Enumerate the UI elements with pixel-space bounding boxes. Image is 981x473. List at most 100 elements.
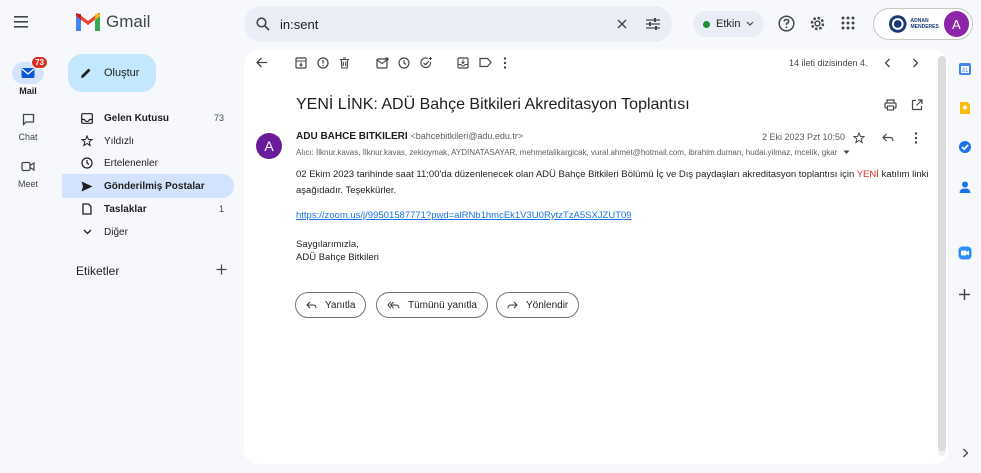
- report-icon: [317, 57, 329, 69]
- nav-item-snoozed[interactable]: Ertelenenler: [62, 151, 234, 175]
- sender-email: <bahcebitkileri@adu.edu.tr>: [410, 131, 524, 141]
- apps-button[interactable]: [841, 16, 855, 30]
- sender-name[interactable]: ADU BAHCE BITKILERI: [296, 131, 408, 142]
- report-spam-button[interactable]: [317, 57, 329, 69]
- nav-item-sent[interactable]: Gönderilmiş Postalar: [62, 174, 234, 198]
- email-date: 2 Eki 2023 Pzt 10:50: [762, 132, 846, 142]
- reply-button[interactable]: Yanıtla: [295, 292, 367, 318]
- nav-item-drafts[interactable]: Taslaklar 1: [62, 197, 234, 221]
- show-details-button[interactable]: [843, 150, 850, 155]
- main-menu-button[interactable]: [14, 14, 32, 30]
- profile-avatar[interactable]: A: [943, 11, 969, 37]
- rail-chat[interactable]: Chat: [0, 108, 56, 142]
- email-body: 02 Ekim 2023 tarihinde saat 11:00'da düz…: [296, 169, 929, 196]
- move-to-icon: [457, 57, 469, 69]
- nav-item-label: Gelen Kutusu: [104, 112, 170, 124]
- help-button[interactable]: [778, 15, 795, 32]
- search-options-icon[interactable]: [646, 18, 660, 30]
- pencil-icon: [81, 68, 91, 78]
- search-icon[interactable]: [256, 17, 270, 31]
- delete-button[interactable]: [339, 57, 350, 69]
- rail-chat-label: Chat: [18, 132, 38, 142]
- clear-search-icon[interactable]: [616, 18, 628, 30]
- sender-avatar[interactable]: A: [256, 133, 282, 159]
- scrollbar-thumb[interactable]: [938, 56, 946, 451]
- forward-button[interactable]: Yönlendir: [496, 292, 580, 318]
- clock-icon: [398, 57, 410, 69]
- reply-all-icon: [387, 301, 400, 309]
- label-icon: [479, 57, 492, 68]
- account-switcher[interactable]: ADNAN MENDERES A: [873, 8, 973, 40]
- nav-item-starred[interactable]: Yıldızlı: [62, 129, 234, 153]
- settings-button[interactable]: [809, 15, 826, 32]
- star-icon: [81, 135, 93, 147]
- compose-button[interactable]: Oluştur: [68, 54, 156, 92]
- chat-icon: [22, 113, 34, 126]
- star-icon: [853, 132, 865, 144]
- inbox-icon: [81, 112, 93, 124]
- clock-icon: [81, 157, 93, 169]
- reply-all-button[interactable]: Tümünü yanıtla: [376, 292, 488, 318]
- add-task-icon: [420, 57, 432, 69]
- trash-icon: [340, 57, 349, 69]
- send-icon: [81, 181, 93, 191]
- zoom-app-button[interactable]: [958, 246, 972, 260]
- nav-item-more[interactable]: Diğer: [62, 220, 234, 244]
- labels-button[interactable]: [479, 57, 492, 68]
- search-input[interactable]: [280, 16, 616, 32]
- recipients-line: Alıcı: İlknur.kavas, İlknur.kavas, zekio…: [296, 148, 850, 157]
- star-button[interactable]: [853, 132, 865, 144]
- print-icon: [884, 99, 897, 111]
- svg-text:31: 31: [962, 68, 969, 74]
- gear-icon: [810, 16, 825, 31]
- zoom-icon: [958, 246, 972, 260]
- more-vertical-icon: [914, 132, 918, 144]
- newer-button[interactable]: [884, 58, 891, 68]
- mark-unread-button[interactable]: [376, 57, 389, 69]
- more-options-button[interactable]: [503, 57, 507, 69]
- search-bar: [244, 6, 672, 42]
- nav-item-label: Ertelenenler: [104, 157, 158, 169]
- nav-item-label: Diğer: [104, 226, 128, 238]
- move-to-button[interactable]: [457, 57, 469, 69]
- active-status-dot: [703, 20, 710, 28]
- reply-icon: [306, 301, 317, 309]
- nav-item-label: Yıldızlı: [104, 135, 135, 147]
- more-vertical-icon: [503, 57, 507, 69]
- rail-meet[interactable]: Meet: [0, 155, 56, 189]
- keep-app-button[interactable]: [958, 101, 972, 115]
- open-new-window-button[interactable]: [911, 99, 923, 111]
- plus-icon: [959, 289, 970, 300]
- print-button[interactable]: [884, 99, 897, 111]
- status-selector[interactable]: Etkin: [693, 11, 765, 37]
- mail-unread-badge: 73: [31, 56, 48, 69]
- calendar-app-button[interactable]: 31: [958, 62, 972, 76]
- scrollbar[interactable]: [938, 56, 946, 456]
- tasks-icon: [959, 141, 971, 153]
- archive-button[interactable]: [295, 57, 307, 69]
- nav-item-inbox[interactable]: Gelen Kutusu 73: [62, 106, 234, 130]
- contacts-app-button[interactable]: [958, 180, 972, 194]
- org-logo-text: ADNAN MENDERES: [910, 18, 939, 30]
- pagination-text: 14 ileti dizisinden 4.: [789, 58, 868, 68]
- reply-icon-button[interactable]: [882, 133, 894, 143]
- add-label-button[interactable]: [216, 264, 227, 275]
- message-more-button[interactable]: [914, 132, 918, 144]
- hide-side-panel-button[interactable]: [962, 448, 969, 458]
- tasks-app-button[interactable]: [958, 140, 972, 154]
- status-label: Etkin: [716, 18, 741, 30]
- contacts-icon: [959, 181, 971, 193]
- sender-info: ADU BAHCE BITKILERI <bahcebitkileri@adu.…: [296, 131, 523, 142]
- get-addons-button[interactable]: [958, 288, 971, 301]
- gmail-logo[interactable]: Gmail: [76, 12, 150, 32]
- signature: Saygılarımızla, ADÜ Bahçe Bitkileri: [296, 239, 379, 263]
- arrow-left-icon: [256, 57, 267, 68]
- rail-mail[interactable]: 73 Mail: [0, 56, 56, 96]
- back-button[interactable]: [256, 57, 268, 68]
- snooze-button[interactable]: [398, 57, 410, 69]
- gmail-m-icon: [76, 13, 100, 31]
- zoom-link[interactable]: https://zoom.us/j/99501587771?pwd=alRNb1…: [296, 210, 632, 221]
- older-button[interactable]: [912, 58, 919, 68]
- mail-icon: [21, 68, 35, 78]
- add-task-button[interactable]: [420, 57, 433, 69]
